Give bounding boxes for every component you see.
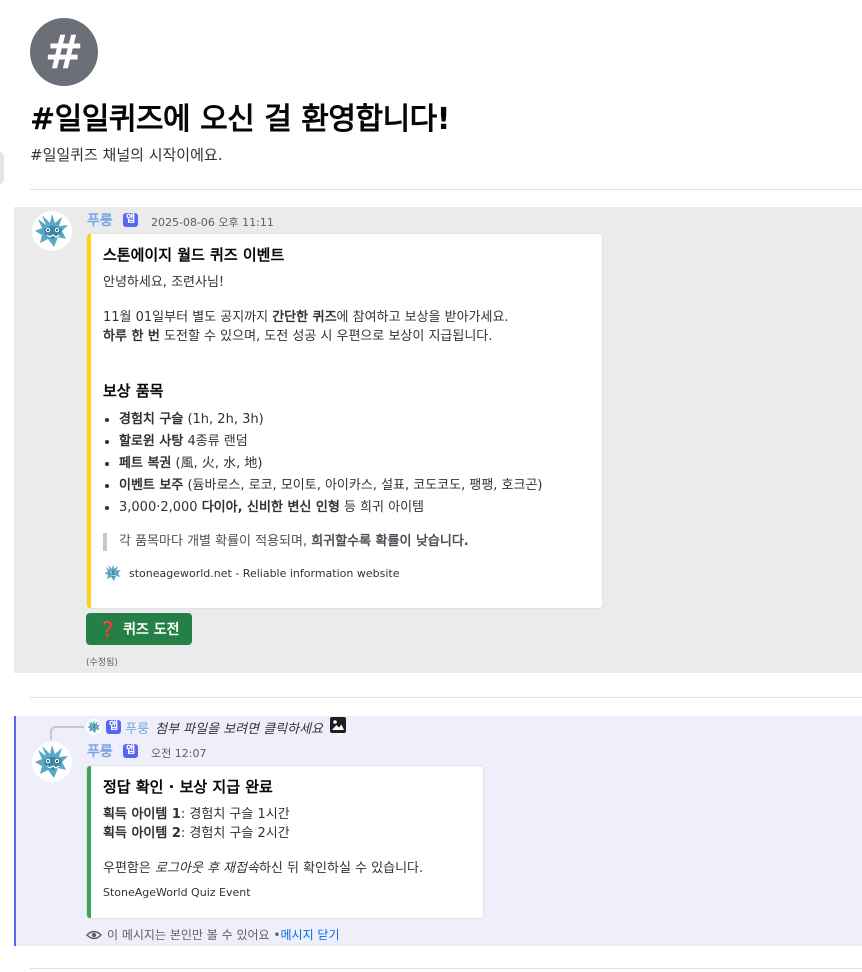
edited-label: (수정됨) [86, 658, 118, 668]
footer-text: stoneageworld.net - Reliable information… [129, 566, 400, 580]
welcome-subtitle: #일일퀴즈 채널의 시작이에요. [30, 146, 223, 164]
rewards-heading: 보상 품목 [103, 382, 164, 400]
reward-item: 이벤트 보주 (듐바로스, 로코, 모이토, 아이카스, 설표, 코도코도, 팽… [119, 475, 590, 497]
dismiss-message-link[interactable]: 메시지 닫기 [281, 926, 340, 943]
app-badge: 앱 [106, 720, 122, 734]
reply-text[interactable]: 첨부 파일을 보려면 클릭하세요 [155, 718, 323, 737]
avatar[interactable] [32, 742, 72, 782]
greeting-text: 안녕하세요, 조련사님! [103, 275, 225, 290]
eye-icon [86, 927, 102, 943]
author-name[interactable]: 푸룽 [87, 741, 113, 761]
app-badge: 앱 [123, 744, 139, 758]
event-description-line1: 11월 01일부터 별도 공지까지 간단한 퀴즈에 참여하고 보상을 받아가세요… [103, 310, 509, 325]
divider [30, 189, 862, 190]
footer-avatar-icon [103, 563, 123, 583]
ephemeral-notice: 이 메시지는 본인만 볼 수 있어요 • 메시지 닫기 [86, 926, 340, 943]
divider [30, 968, 862, 969]
event-description-line2: 하루 한 번 도전할 수 있으며, 도전 성공 시 우편으로 보상이 지급됩니다… [103, 329, 493, 344]
reward-item: 경험치 구슬 (1h, 2h, 3h) [119, 409, 590, 431]
reply-author[interactable]: 푸룽 [125, 718, 149, 737]
probability-quote: 각 품목마다 개별 확률이 적용되며, 희귀할수록 확률이 낮습니다. [103, 533, 590, 551]
embed-footer: StoneAgeWorld Quiz Event [103, 886, 471, 899]
reward-item: 3,000·2,000 다이아, 신비한 변신 인형 등 희귀 아이템 [119, 497, 590, 519]
question-mark-icon: ❓ [98, 620, 118, 638]
side-tab [0, 152, 4, 184]
divider [30, 697, 862, 698]
timestamp[interactable]: 2025-08-06 오후 11:11 [151, 214, 274, 230]
quiz-button-label: 퀴즈 도전 [123, 622, 180, 638]
reply-avatar [86, 719, 102, 735]
embed-color-bar [87, 766, 91, 918]
app-badge: 앱 [123, 213, 139, 227]
reply-reference[interactable]: 앱 푸룽 첨부 파일을 보려면 클릭하세요 [86, 716, 347, 738]
embed-title: 스톤에이지 월드 퀴즈 이벤트 [103, 246, 285, 264]
embed-footer: stoneageworld.net - Reliable information… [103, 563, 590, 583]
ephemeral-text: 이 메시지는 본인만 볼 수 있어요 • [107, 928, 281, 942]
reply-spine [50, 726, 84, 740]
reward-item: 할로윈 사탕 4종류 랜덤 [119, 431, 590, 453]
embed-card: 스톤에이지 월드 퀴즈 이벤트 안녕하세요, 조련사님! 11월 01일부터 별… [86, 233, 603, 609]
channel-hash-icon: # [30, 18, 98, 86]
timestamp[interactable]: 오전 12:07 [151, 745, 206, 761]
embed-card: 정답 확인 · 보상 지급 완료 획득 아이템 1: 경험치 구슬 1시간 획득… [86, 765, 484, 919]
reward-item-1: 획득 아이템 1: 경험치 구슬 1시간 [103, 807, 290, 822]
footer-text: StoneAgeWorld Quiz Event [103, 886, 251, 899]
image-icon [329, 716, 347, 738]
author-name[interactable]: 푸룽 [87, 210, 113, 230]
rewards-list: 경험치 구슬 (1h, 2h, 3h) 할로윈 사탕 4종류 랜덤 페트 복권 … [103, 409, 590, 519]
mailbox-note: 우편함은 로그아웃 후 재접속하신 뒤 확인하실 수 있습니다. [103, 861, 424, 876]
welcome-title: #일일퀴즈에 오신 걸 환영합니다! [30, 102, 450, 137]
embed-color-bar [87, 234, 91, 608]
embed-title: 정답 확인 · 보상 지급 완료 [103, 778, 273, 796]
reward-item: 페트 복권 (風, 火, 水, 地) [119, 453, 590, 475]
reward-item-2: 획득 아이템 2: 경험치 구슬 2시간 [103, 826, 290, 841]
quiz-challenge-button[interactable]: ❓ 퀴즈 도전 [86, 613, 192, 645]
avatar[interactable] [32, 211, 72, 251]
